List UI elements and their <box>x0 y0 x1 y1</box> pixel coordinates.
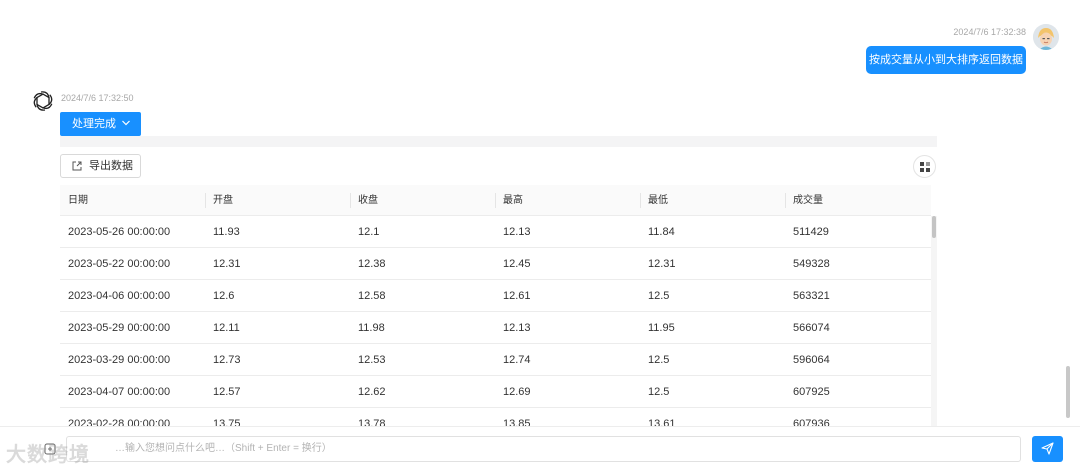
export-icon <box>72 161 82 171</box>
table-row[interactable]: 2023-05-26 00:00:00 11.93 12.1 12.13 11.… <box>60 216 931 248</box>
cell-open: 12.57 <box>213 386 241 398</box>
table-row[interactable]: 2023-05-29 00:00:00 12.11 11.98 12.13 11… <box>60 312 931 344</box>
user-avatar <box>1033 24 1059 50</box>
cell-low: 12.5 <box>648 354 670 366</box>
cell-high: 12.45 <box>503 258 531 270</box>
cell-volume: 596064 <box>793 354 830 366</box>
cell-open: 12.31 <box>213 258 241 270</box>
cell-low: 12.31 <box>648 258 676 270</box>
cell-low: 11.84 <box>648 226 675 238</box>
cell-open: 12.73 <box>213 354 241 366</box>
cell-close: 11.98 <box>358 322 385 334</box>
cell-close: 12.1 <box>358 226 380 238</box>
cell-date: 2023-04-07 00:00:00 <box>68 386 171 398</box>
cell-open: 13.75 <box>213 418 241 426</box>
cell-high: 12.69 <box>503 386 531 398</box>
grid-view-icon <box>920 162 930 172</box>
column-header-low[interactable]: 最低 <box>640 185 668 216</box>
cell-high: 12.13 <box>503 322 531 334</box>
message-input[interactable]: …输入您想问点什么吧…（Shift + Enter = 换行） <box>66 436 1021 462</box>
cell-date: 2023-02-28 00:00:00 <box>68 418 171 426</box>
cell-low: 12.5 <box>648 290 670 302</box>
export-label: 导出数据 <box>89 160 133 172</box>
cell-volume: 607936 <box>793 418 830 426</box>
user-message-timestamp: 2024/7/6 17:32:38 <box>953 27 1026 37</box>
cell-close: 12.62 <box>358 386 386 398</box>
chat-area: 2024/7/6 17:32:38 按成交量从小到大排序返回数据 2024/7/… <box>0 0 1080 426</box>
cell-date: 2023-05-22 00:00:00 <box>68 258 171 270</box>
cell-volume: 563321 <box>793 290 830 302</box>
cell-close: 12.38 <box>358 258 386 270</box>
view-toggle-button[interactable] <box>913 155 936 178</box>
cell-low: 11.95 <box>648 322 675 334</box>
cell-volume: 511429 <box>793 226 829 238</box>
column-header-date[interactable]: 日期 <box>60 185 88 216</box>
cell-high: 12.61 <box>503 290 531 302</box>
table-row[interactable]: 2023-04-07 00:00:00 12.57 12.62 12.69 12… <box>60 376 931 408</box>
column-header-close[interactable]: 收盘 <box>350 185 378 216</box>
cell-close: 13.78 <box>358 418 386 426</box>
processing-status-button[interactable]: 处理完成 <box>60 112 141 136</box>
cell-date: 2023-04-06 00:00:00 <box>68 290 171 302</box>
table-row[interactable]: 2023-03-29 00:00:00 12.73 12.53 12.74 12… <box>60 344 931 376</box>
cell-open: 11.93 <box>213 226 240 238</box>
result-divider-strip <box>60 136 937 147</box>
column-header-open[interactable]: 开盘 <box>205 185 233 216</box>
openai-logo-icon <box>31 89 55 113</box>
page-scrollbar-thumb[interactable] <box>1066 366 1070 418</box>
cell-open: 12.11 <box>213 322 240 334</box>
cell-close: 12.58 <box>358 290 386 302</box>
cell-date: 2023-05-29 00:00:00 <box>68 322 171 334</box>
cell-close: 12.53 <box>358 354 386 366</box>
data-table: 日期 开盘 收盘 最高 最低 成交量 2023-05-26 00:00:00 1… <box>60 185 937 426</box>
cell-date: 2023-03-29 00:00:00 <box>68 354 171 366</box>
table-header: 日期 开盘 收盘 最高 最低 成交量 <box>60 185 931 216</box>
table-scrollbar[interactable] <box>931 216 937 426</box>
status-label: 处理完成 <box>72 118 116 130</box>
user-message-bubble: 按成交量从小到大排序返回数据 <box>866 46 1026 74</box>
chat-input-bar: …输入您想问点什么吧…（Shift + Enter = 换行） 大数跨境 <box>0 426 1080 473</box>
column-header-high[interactable]: 最高 <box>495 185 523 216</box>
table-row[interactable]: 2023-04-06 00:00:00 12.6 12.58 12.61 12.… <box>60 280 931 312</box>
watermark: 大数跨境 <box>6 444 90 466</box>
bot-message-timestamp: 2024/7/6 17:32:50 <box>61 93 134 103</box>
cell-high: 12.74 <box>503 354 531 366</box>
cell-low: 13.61 <box>648 418 676 426</box>
column-header-volume[interactable]: 成交量 <box>785 185 823 216</box>
send-button[interactable] <box>1032 436 1063 462</box>
cell-volume: 549328 <box>793 258 830 270</box>
table-row[interactable]: 2023-05-22 00:00:00 12.31 12.38 12.45 12… <box>60 248 931 280</box>
export-data-button[interactable]: 导出数据 <box>60 154 141 178</box>
table-scrollbar-thumb[interactable] <box>932 216 936 238</box>
chevron-down-icon <box>122 120 130 126</box>
cell-high: 12.13 <box>503 226 531 238</box>
send-icon <box>1041 442 1054 455</box>
table-row[interactable]: 2023-02-28 00:00:00 13.75 13.78 13.85 13… <box>60 408 931 426</box>
cell-date: 2023-05-26 00:00:00 <box>68 226 171 238</box>
cell-volume: 566074 <box>793 322 830 334</box>
cell-high: 13.85 <box>503 418 531 426</box>
cell-volume: 607925 <box>793 386 830 398</box>
cell-open: 12.6 <box>213 290 235 302</box>
cell-low: 12.5 <box>648 386 670 398</box>
